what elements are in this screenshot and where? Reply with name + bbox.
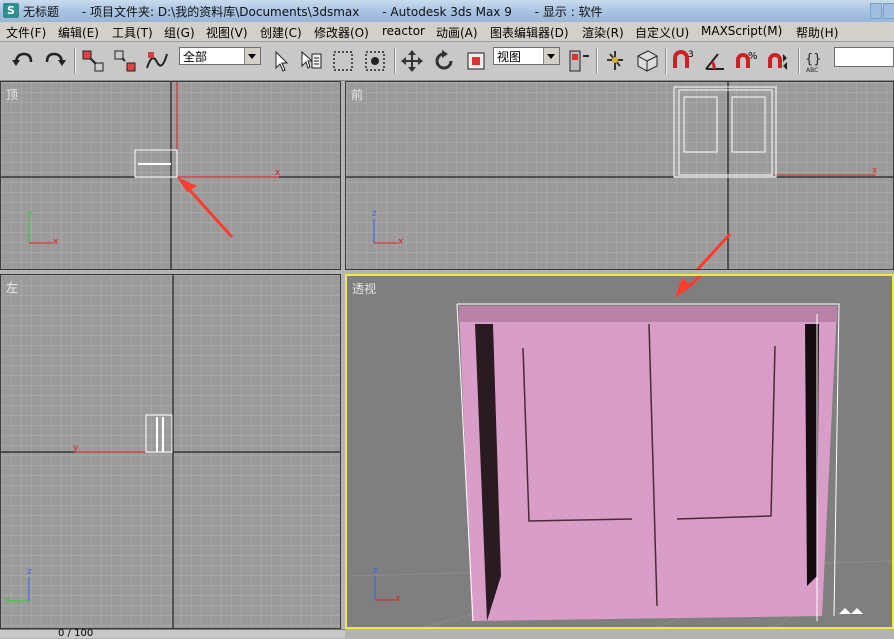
frame-counter: 0 / 100 bbox=[58, 628, 94, 639]
axis-label-y: y bbox=[27, 209, 33, 219]
menu-maxscript[interactable]: MAXScript(M) bbox=[701, 24, 782, 38]
svg-text:{}: {} bbox=[805, 52, 822, 67]
toolbar-separator bbox=[665, 48, 667, 74]
reference-coordinate-value: 视图 bbox=[497, 50, 522, 64]
axis-label-y: y bbox=[5, 595, 11, 605]
redo-icon[interactable] bbox=[42, 48, 68, 74]
selection-filter-value: 全部 bbox=[183, 50, 208, 64]
snap-3d-icon[interactable]: 3 bbox=[670, 48, 696, 74]
title-bar: S 无标题 - 项目文件夹: D:\我的资料库\Documents\3dsmax… bbox=[0, 0, 894, 23]
scale-icon[interactable] bbox=[463, 48, 489, 74]
menu-edit[interactable]: 编辑(E) bbox=[58, 24, 99, 41]
axis-label-x: x bbox=[395, 594, 401, 604]
axis-label-x: x bbox=[53, 237, 59, 247]
move-icon[interactable] bbox=[399, 48, 425, 74]
svg-text:ABC: ABC bbox=[806, 67, 818, 74]
edit-named-selection-icon[interactable]: {} ABC bbox=[804, 48, 830, 74]
reference-coordinate-dropdown[interactable]: 视图 bbox=[493, 47, 560, 65]
chevron-down-icon[interactable] bbox=[244, 48, 260, 64]
rectangular-region-icon[interactable] bbox=[330, 48, 356, 74]
menu-file[interactable]: 文件(F) bbox=[6, 24, 46, 41]
select-by-name-icon[interactable] bbox=[298, 48, 324, 74]
named-selection-set-field[interactable] bbox=[834, 47, 894, 67]
percent-snap-icon[interactable]: % bbox=[734, 48, 760, 74]
toolbar-separator bbox=[596, 48, 598, 74]
viewport-front-overlay bbox=[346, 82, 893, 269]
viewport-left-overlay bbox=[1, 275, 340, 628]
window-crossing-icon[interactable] bbox=[362, 48, 388, 74]
menu-reactor[interactable]: reactor bbox=[382, 24, 425, 38]
toolbar-separator bbox=[798, 48, 800, 74]
viewport-top[interactable]: 顶 x x y bbox=[0, 81, 341, 270]
viewport-left[interactable]: 左 y y z bbox=[0, 274, 341, 629]
select-object-icon[interactable] bbox=[268, 48, 294, 74]
axis-label-x: x bbox=[275, 168, 281, 178]
pivot-center-icon[interactable] bbox=[565, 48, 591, 74]
menu-customize[interactable]: 自定义(U) bbox=[635, 24, 689, 41]
window-control-icon[interactable] bbox=[883, 3, 894, 19]
bind-space-warp-icon[interactable] bbox=[144, 48, 170, 74]
viewport-top-overlay bbox=[1, 82, 340, 269]
menu-rendering[interactable]: 渲染(R) bbox=[582, 24, 624, 41]
toolbar-separator bbox=[74, 48, 76, 74]
chevron-down-icon[interactable] bbox=[543, 48, 559, 64]
keyboard-shortcut-icon[interactable] bbox=[634, 48, 660, 74]
viewport-perspective-overlay bbox=[347, 276, 892, 627]
unlink-icon[interactable] bbox=[112, 48, 138, 74]
menu-animation[interactable]: 动画(A) bbox=[436, 24, 478, 41]
select-link-icon[interactable] bbox=[80, 48, 106, 74]
main-toolbar: 全部 视图 3 % {} ABC bbox=[0, 42, 894, 81]
menu-create[interactable]: 创建(C) bbox=[260, 24, 302, 41]
door-model bbox=[459, 306, 837, 621]
svg-text:3: 3 bbox=[688, 50, 694, 60]
menu-graph-editors[interactable]: 图表编辑器(D) bbox=[490, 24, 569, 41]
menu-modifiers[interactable]: 修改器(O) bbox=[314, 24, 369, 41]
viewport-perspective[interactable]: 透视 x z bbox=[345, 274, 894, 629]
menu-bar: 文件(F) 编辑(E) 工具(T) 组(G) 视图(V) 创建(C) 修改器(O… bbox=[0, 22, 894, 42]
window-control-icon[interactable] bbox=[870, 3, 882, 19]
svg-text:%: % bbox=[748, 51, 758, 62]
viewport-front[interactable]: 前 x x z bbox=[345, 81, 894, 270]
selection-filter-dropdown[interactable]: 全部 bbox=[179, 47, 261, 65]
menu-group[interactable]: 组(G) bbox=[164, 24, 195, 41]
menu-help[interactable]: 帮助(H) bbox=[796, 24, 838, 41]
axis-label-z: z bbox=[373, 566, 378, 576]
menu-views[interactable]: 视图(V) bbox=[206, 24, 248, 41]
menu-tools[interactable]: 工具(T) bbox=[112, 24, 153, 41]
viewport-label-perspective[interactable]: 透视 bbox=[352, 280, 376, 297]
window-title: 无标题 - 项目文件夹: D:\我的资料库\Documents\3dsmax -… bbox=[23, 5, 603, 19]
3ds-max-logo-icon[interactable]: S bbox=[3, 3, 19, 18]
undo-icon[interactable] bbox=[10, 48, 36, 74]
select-manipulate-icon[interactable] bbox=[602, 48, 628, 74]
axis-label-x: x bbox=[398, 237, 404, 247]
rotate-icon[interactable] bbox=[431, 48, 457, 74]
angle-snap-icon[interactable] bbox=[702, 48, 728, 74]
axis-label-z: z bbox=[27, 567, 32, 577]
axis-label-z: z bbox=[372, 209, 377, 219]
toolbar-separator bbox=[394, 48, 396, 74]
axis-label-y: y bbox=[73, 443, 79, 453]
spinner-snap-icon[interactable] bbox=[766, 48, 792, 74]
axis-label-x: x bbox=[872, 166, 878, 176]
